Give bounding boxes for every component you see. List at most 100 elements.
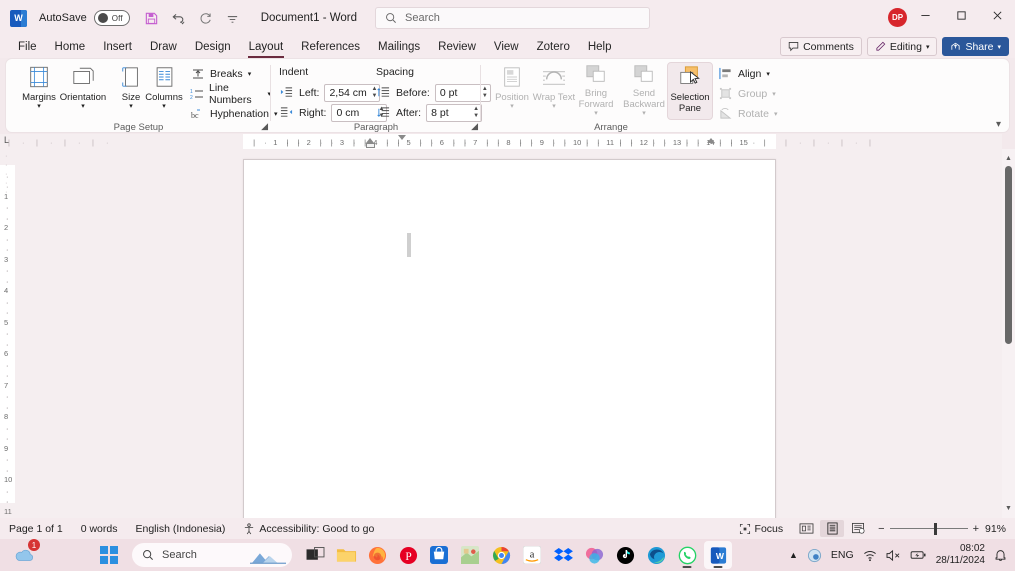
scroll-down-icon[interactable]: ▼ bbox=[1002, 502, 1015, 515]
save-icon[interactable] bbox=[140, 6, 164, 30]
tab-help[interactable]: Help bbox=[579, 39, 621, 56]
autosave-toggle[interactable]: Off bbox=[93, 10, 130, 26]
word-count[interactable]: 0 words bbox=[72, 523, 127, 535]
taskbar-word[interactable]: W bbox=[704, 541, 732, 569]
tab-mailings[interactable]: Mailings bbox=[369, 39, 429, 56]
orientation-button[interactable]: Orientation ▾ bbox=[58, 63, 108, 117]
minimize-button[interactable] bbox=[907, 0, 943, 30]
tab-zotero[interactable]: Zotero bbox=[528, 39, 579, 56]
taskbar-start-button[interactable] bbox=[95, 541, 123, 569]
language-indicator[interactable]: English (Indonesia) bbox=[126, 523, 234, 535]
taskbar-firefox[interactable] bbox=[363, 541, 391, 569]
volume-muted-icon[interactable] bbox=[886, 549, 901, 562]
vertical-ruler[interactable]: · · · · · 1 · · · · 2 · · · · 3 · · · · 4 · · · · 5 · · · · 6 · · · · 7 · · · ·… bbox=[0, 149, 15, 538]
selection-pane-button[interactable]: Selection Pane bbox=[667, 62, 713, 120]
share-button[interactable]: Share ▾ bbox=[942, 37, 1009, 56]
tab-home[interactable]: Home bbox=[46, 39, 95, 56]
tab-design[interactable]: Design bbox=[186, 39, 240, 56]
zoom-in-button[interactable]: + bbox=[973, 523, 979, 535]
hyphenation-button[interactable]: bc Hyphenation ▾ bbox=[190, 105, 278, 122]
tab-view[interactable]: View bbox=[485, 39, 528, 56]
wifi-icon[interactable] bbox=[863, 549, 877, 562]
taskbar-task-view[interactable] bbox=[301, 541, 329, 569]
right-indent-marker[interactable] bbox=[707, 138, 715, 143]
accessibility-status[interactable]: Accessibility: Good to go bbox=[234, 523, 383, 535]
close-button[interactable] bbox=[979, 0, 1015, 30]
indent-left-input[interactable]: 2,54 cm ▲ ▼ bbox=[324, 83, 381, 102]
customize-quick-access-icon[interactable] bbox=[221, 6, 245, 30]
maximize-button[interactable] bbox=[943, 0, 979, 30]
vertical-ruler-tick: · bbox=[6, 266, 9, 275]
paragraph-dialog-launcher-icon[interactable]: ◢ bbox=[471, 121, 478, 132]
taskbar-file-explorer[interactable] bbox=[332, 541, 360, 569]
onedrive-icon[interactable]: 1 bbox=[10, 539, 40, 569]
taskbar-search[interactable]: Search bbox=[132, 543, 292, 567]
tab-draw[interactable]: Draw bbox=[141, 39, 186, 56]
tab-layout[interactable]: Layout bbox=[240, 39, 293, 58]
rotate-button[interactable]: Rotate ▾ bbox=[718, 105, 777, 122]
tray-copilot-icon[interactable] bbox=[807, 548, 822, 563]
spacing-before-value: 0 pt bbox=[439, 86, 458, 99]
tab-file[interactable]: File bbox=[9, 39, 46, 56]
tab-review[interactable]: Review bbox=[429, 39, 485, 56]
group-button[interactable]: Group ▾ bbox=[718, 85, 776, 102]
scrollbar-thumb[interactable] bbox=[1005, 166, 1012, 344]
left-indent-marker[interactable] bbox=[366, 143, 375, 148]
ruler-tick: · bbox=[106, 138, 109, 147]
read-mode-view-button[interactable] bbox=[794, 520, 818, 537]
print-layout-view-button[interactable] bbox=[820, 520, 845, 537]
zoom-level[interactable]: 91% bbox=[981, 523, 1011, 535]
tray-language[interactable]: ENG bbox=[831, 549, 854, 561]
scroll-up-icon[interactable]: ▲ bbox=[1002, 152, 1015, 165]
comments-button[interactable]: Comments bbox=[780, 37, 862, 56]
avatar[interactable]: DP bbox=[888, 8, 907, 27]
columns-button[interactable]: Columns ▾ bbox=[139, 63, 189, 117]
breaks-button[interactable]: Breaks ▾ bbox=[190, 65, 251, 82]
taskbar-chrome[interactable] bbox=[487, 541, 515, 569]
vertical-ruler-tick-label: 1 bbox=[4, 191, 9, 201]
zoom-track[interactable] bbox=[889, 522, 968, 535]
notification-bell-icon[interactable] bbox=[994, 548, 1007, 562]
taskbar-tiktok[interactable] bbox=[611, 541, 639, 569]
align-button[interactable]: Align ▾ bbox=[718, 65, 770, 82]
battery-icon[interactable] bbox=[910, 549, 927, 561]
taskbar-copilot[interactable] bbox=[580, 541, 608, 569]
spacing-after-input[interactable]: 8 pt ▲ ▼ bbox=[426, 103, 483, 122]
zoom-slider[interactable]: − + bbox=[878, 523, 979, 535]
taskbar-onedrive[interactable]: 1 bbox=[10, 539, 40, 569]
zoom-thumb[interactable] bbox=[933, 522, 937, 535]
search-box[interactable]: Search bbox=[375, 7, 650, 29]
taskbar-microsoft-store[interactable] bbox=[425, 541, 453, 569]
zoom-out-button[interactable]: − bbox=[878, 523, 884, 535]
document-canvas[interactable] bbox=[15, 149, 1002, 518]
first-line-indent-marker[interactable] bbox=[398, 135, 406, 140]
editing-mode-button[interactable]: Editing ▾ bbox=[866, 37, 938, 56]
undo-icon[interactable] bbox=[167, 6, 191, 30]
redo-icon[interactable] bbox=[194, 6, 218, 30]
taskbar-pinterest[interactable]: P bbox=[394, 541, 422, 569]
page-setup-dialog-launcher-icon[interactable]: ◢ bbox=[261, 121, 268, 132]
margins-button[interactable]: Margins ▾ bbox=[14, 63, 64, 117]
tab-references[interactable]: References bbox=[292, 39, 369, 56]
send-backward-button[interactable]: Send Backward ▾ bbox=[619, 63, 669, 117]
taskbar-dropbox[interactable] bbox=[549, 541, 577, 569]
ruler-tick-label: 8 bbox=[506, 138, 511, 147]
vertical-scrollbar[interactable]: ▲ ▼ bbox=[1002, 149, 1015, 518]
horizontal-ruler[interactable]: L |·|·|·|·1|··|2|··|3|··|4|··|5|··|6|··|… bbox=[0, 134, 1002, 149]
taskbar-maps[interactable] bbox=[456, 541, 484, 569]
taskbar-whatsapp[interactable] bbox=[673, 541, 701, 569]
spacing-after-stepper[interactable]: ▲ ▼ bbox=[473, 106, 479, 120]
bring-forward-button[interactable]: Bring Forward ▾ bbox=[571, 63, 621, 117]
tab-insert[interactable]: Insert bbox=[94, 39, 141, 56]
taskbar-clock[interactable]: 08:02 28/11/2024 bbox=[936, 543, 985, 567]
ribbon-collapse-button[interactable]: ▾ bbox=[996, 119, 1001, 130]
line-numbers-button[interactable]: 12 Line Numbers ▾ bbox=[190, 82, 271, 106]
focus-mode-button[interactable]: Focus bbox=[730, 523, 793, 535]
tray-expand-icon[interactable]: ▲ bbox=[789, 550, 798, 560]
document-page[interactable] bbox=[243, 159, 776, 518]
taskbar-amazon[interactable]: a bbox=[518, 541, 546, 569]
taskbar-edge[interactable] bbox=[642, 541, 670, 569]
autosave-toggle-knob bbox=[97, 13, 108, 23]
web-layout-view-button[interactable] bbox=[846, 520, 870, 537]
page-indicator[interactable]: Page 1 of 1 bbox=[0, 523, 72, 535]
